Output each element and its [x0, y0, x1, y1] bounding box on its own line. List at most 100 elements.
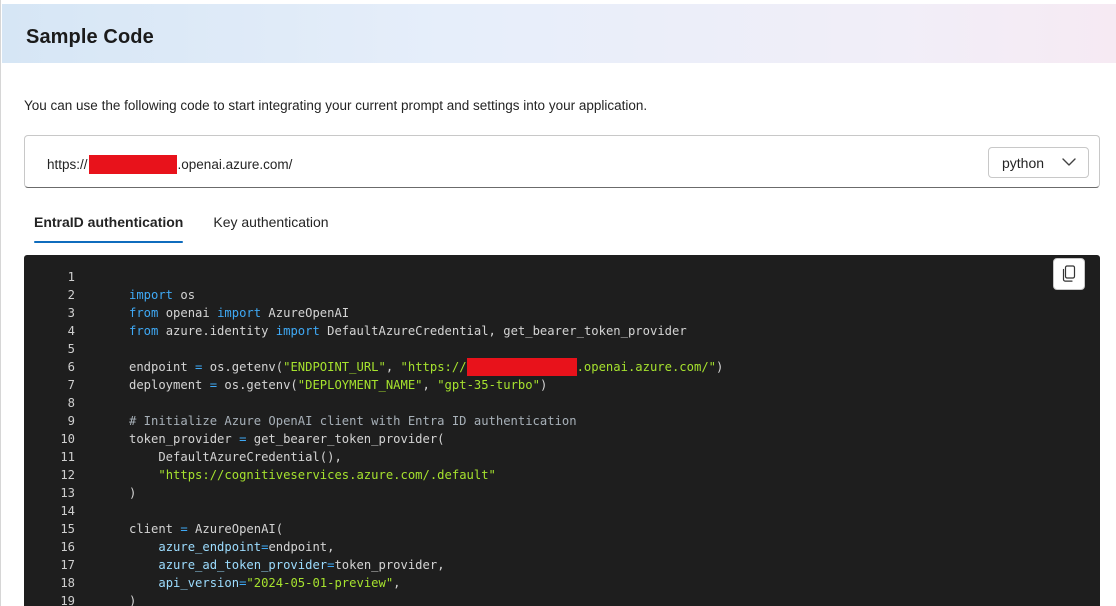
line-number: 10: [60, 432, 75, 446]
operator: =: [209, 378, 218, 392]
code-text: token_provider,: [334, 558, 445, 572]
code-line: 11 DefaultAzureCredential(),: [24, 448, 723, 466]
code-param: azure_ad_token_provider: [158, 558, 328, 572]
code-text: os: [173, 288, 196, 302]
code-text: azure.identity: [158, 324, 276, 338]
code-line: 3 from openai import AzureOpenAI: [24, 304, 723, 322]
line-number: 14: [60, 504, 75, 518]
sample-code-panel: Sample Code You can use the following co…: [0, 0, 1116, 606]
string-literal: "ENDPOINT_URL": [283, 360, 386, 374]
description-text: You can use the following code to start …: [24, 98, 648, 113]
code-line: 6 endpoint = os.getenv("ENDPOINT_URL", "…: [24, 358, 723, 376]
code-text: ): [129, 594, 137, 606]
line-number: 16: [60, 540, 75, 554]
line-number: 19: [60, 594, 75, 606]
code-text: client: [129, 522, 181, 536]
code-text: endpoint,: [268, 540, 335, 554]
copy-button[interactable]: [1053, 258, 1085, 290]
keyword: import: [217, 306, 262, 320]
code-text: os.getenv(: [217, 378, 298, 392]
string-literal: "https://cognitiveservices.azure.com/.de…: [158, 468, 496, 482]
line-number: 13: [60, 486, 75, 500]
code-content: 1 2 import os 3 from openai import Azure…: [24, 268, 723, 606]
keyword: import: [275, 324, 320, 338]
line-number: 4: [67, 324, 75, 338]
line-number: 9: [67, 414, 75, 428]
keyword: from: [129, 306, 159, 320]
line-number: 3: [67, 306, 75, 320]
tab-label: EntraID authentication: [34, 214, 184, 230]
tab-label: Key authentication: [213, 214, 329, 230]
line-number: 5: [67, 342, 75, 356]
code-text: token_provider: [129, 432, 240, 446]
code-text: get_bearer_token_provider(: [246, 432, 445, 446]
code-text: ): [539, 378, 548, 392]
endpoint-field[interactable]: https:// .openai.azure.com/ python: [24, 135, 1100, 188]
line-number: 15: [60, 522, 75, 536]
operator: =: [180, 522, 188, 536]
code-text: ,: [393, 576, 401, 590]
code-line: 9 # Initialize Azure OpenAI client with …: [24, 412, 723, 430]
string-literal: .openai.azure.com/": [576, 360, 716, 374]
code-text: deployment: [129, 378, 210, 392]
keyword: from: [129, 324, 159, 338]
line-number: 1: [67, 270, 75, 284]
code-text: ,: [422, 378, 438, 392]
redacted-block: [466, 358, 577, 376]
code-text: ): [716, 360, 724, 374]
language-select[interactable]: python: [988, 147, 1089, 178]
code-line: 17 azure_ad_token_provider=token_provide…: [24, 556, 723, 574]
code-text: AzureOpenAI: [261, 306, 350, 320]
code-text: DefaultAzureCredential, get_bearer_token…: [319, 324, 687, 338]
copy-icon: [1062, 265, 1076, 282]
line-number: 11: [60, 450, 75, 464]
code-text: ,: [385, 360, 401, 374]
line-number: 6: [67, 360, 75, 374]
string-literal: "gpt-35-turbo": [437, 378, 540, 392]
code-line: 14: [24, 502, 723, 520]
code-param: azure_endpoint: [158, 540, 262, 554]
line-number: 12: [60, 468, 75, 482]
code-text: AzureOpenAI(: [187, 522, 284, 536]
code-text: os.getenv(: [202, 360, 284, 374]
code-comment: # Initialize Azure OpenAI client with En…: [129, 414, 577, 428]
line-number: 17: [60, 558, 75, 572]
code-block: 1 2 import os 3 from openai import Azure…: [24, 255, 1100, 606]
code-line: 18 api_version="2024-05-01-preview",: [24, 574, 723, 592]
code-text: endpoint: [129, 360, 196, 374]
code-line: 19 ): [24, 592, 723, 606]
code-line: 12 "https://cognitiveservices.azure.com/…: [24, 466, 723, 484]
panel-header: Sample Code: [2, 4, 1116, 63]
code-line: 13 ): [24, 484, 723, 502]
endpoint-prefix: https://: [47, 157, 88, 172]
endpoint-url: https:// .openai.azure.com/: [47, 155, 292, 174]
code-line: 2 import os: [24, 286, 723, 304]
auth-tabs: EntraID authentication Key authenticatio…: [34, 205, 359, 243]
code-text: openai: [158, 306, 218, 320]
code-line: 5: [24, 340, 723, 358]
language-select-value: python: [1002, 154, 1045, 171]
tab-entraid-authentication[interactable]: EntraID authentication: [34, 205, 184, 243]
code-line: 10 token_provider = get_bearer_token_pro…: [24, 430, 723, 448]
string-literal: "https://: [400, 360, 467, 374]
chevron-down-icon: [1062, 158, 1076, 166]
code-line: 16 azure_endpoint=endpoint,: [24, 538, 723, 556]
code-text: ): [129, 486, 137, 500]
code-text: DefaultAzureCredential(),: [129, 450, 342, 464]
line-number: 18: [60, 576, 75, 590]
code-line: 15 client = AzureOpenAI(: [24, 520, 723, 538]
code-line: 4 from azure.identity import DefaultAzur…: [24, 322, 723, 340]
keyword: import: [129, 288, 174, 302]
code-param: api_version: [158, 576, 240, 590]
code-line: 7 deployment = os.getenv("DEPLOYMENT_NAM…: [24, 376, 723, 394]
tab-key-authentication[interactable]: Key authentication: [213, 205, 328, 243]
line-number: 2: [67, 288, 75, 302]
line-number: 8: [67, 396, 75, 410]
code-line: 1: [24, 268, 723, 286]
endpoint-suffix: .openai.azure.com/: [177, 157, 293, 172]
string-literal: "DEPLOYMENT_NAME": [297, 378, 423, 392]
panel-title: Sample Code: [26, 26, 154, 48]
code-line: 8: [24, 394, 723, 412]
string-literal: "2024-05-01-preview": [246, 576, 394, 590]
redacted-block: [88, 155, 177, 174]
